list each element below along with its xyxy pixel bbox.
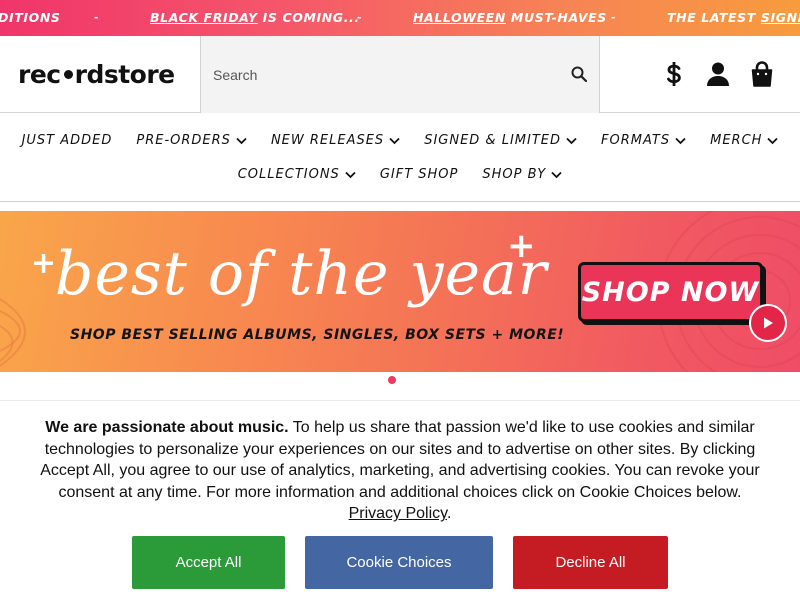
site-logo[interactable]: rec rdstore bbox=[18, 56, 175, 92]
privacy-policy-link[interactable]: Privacy Policy bbox=[349, 505, 447, 522]
hero-banner[interactable]: + + best of the year SHOP BEST SELLING A… bbox=[0, 211, 800, 372]
ticker-separator: - bbox=[357, 9, 362, 24]
cart-icon[interactable] bbox=[748, 60, 776, 88]
promo-ticker: DITIONS - BLACK FRIDAY IS COMING... - HA… bbox=[0, 0, 800, 36]
nav-signed-limited[interactable]: SIGNED & LIMITED bbox=[424, 133, 577, 148]
play-icon bbox=[764, 317, 773, 329]
accept-all-button[interactable]: Accept All bbox=[132, 536, 285, 589]
nav-just-added[interactable]: JUST ADDED bbox=[22, 133, 113, 148]
nav-shop-by[interactable]: SHOP BY bbox=[482, 167, 562, 182]
nav-gift-shop[interactable]: GIFT SHOP bbox=[380, 167, 459, 182]
ticker-separator: - bbox=[94, 9, 99, 24]
chevron-down-icon bbox=[767, 137, 779, 144]
dollar-icon[interactable] bbox=[660, 60, 688, 88]
nav-pre-orders[interactable]: PRE-ORDERS bbox=[136, 133, 247, 148]
chevron-down-icon bbox=[345, 171, 356, 178]
chevron-down-icon bbox=[551, 171, 562, 178]
logo-record-dot bbox=[63, 69, 73, 79]
shop-now-button[interactable]: SHOP NOW bbox=[578, 262, 763, 322]
hero-subtitle: SHOP BEST SELLING ALBUMS, SINGLES, BOX S… bbox=[70, 327, 565, 343]
ticker-item-editions[interactable]: DITIONS bbox=[0, 10, 61, 25]
carousel-dot[interactable] bbox=[388, 376, 396, 384]
cookie-message: We are passionate about music. To help u… bbox=[40, 419, 760, 523]
cookie-choices-button[interactable]: Cookie Choices bbox=[305, 536, 493, 589]
hero-title: best of the year bbox=[55, 239, 548, 309]
ticker-separator: - bbox=[611, 9, 616, 24]
nav-formats[interactable]: FORMATS bbox=[601, 133, 686, 148]
ticker-item-black-friday[interactable]: BLACK FRIDAY IS COMING... bbox=[150, 10, 360, 25]
ticker-item-latest-signed[interactable]: THE LATEST SIGNED bbox=[667, 10, 800, 25]
search-bar bbox=[200, 36, 600, 113]
sparkle-plus-icon: + bbox=[31, 246, 57, 281]
nav-collections[interactable]: COLLECTIONS bbox=[238, 167, 356, 182]
play-button[interactable] bbox=[749, 304, 787, 342]
ticker-item-halloween[interactable]: HALLOWEEN MUST-HAVES bbox=[413, 10, 607, 25]
decline-all-button[interactable]: Decline All bbox=[513, 536, 668, 589]
chevron-down-icon bbox=[566, 137, 577, 144]
site-header: rec rdstore bbox=[0, 36, 800, 113]
nav-row-1: JUST ADDED PRE-ORDERS NEW RELEASES SIGNE… bbox=[0, 133, 800, 148]
search-input[interactable] bbox=[213, 64, 553, 86]
account-icon[interactable] bbox=[704, 60, 732, 88]
cookie-banner: We are passionate about music. To help u… bbox=[0, 400, 800, 600]
chevron-down-icon bbox=[675, 137, 686, 144]
chevron-down-icon bbox=[389, 137, 400, 144]
nav-merch[interactable]: MERCH bbox=[710, 133, 779, 148]
nav-row-2: COLLECTIONS GIFT SHOP SHOP BY bbox=[0, 167, 800, 182]
nav-new-releases[interactable]: NEW RELEASES bbox=[271, 133, 400, 148]
main-nav: JUST ADDED PRE-ORDERS NEW RELEASES SIGNE… bbox=[0, 113, 800, 202]
search-icon[interactable] bbox=[571, 66, 587, 82]
chevron-down-icon bbox=[236, 137, 247, 144]
